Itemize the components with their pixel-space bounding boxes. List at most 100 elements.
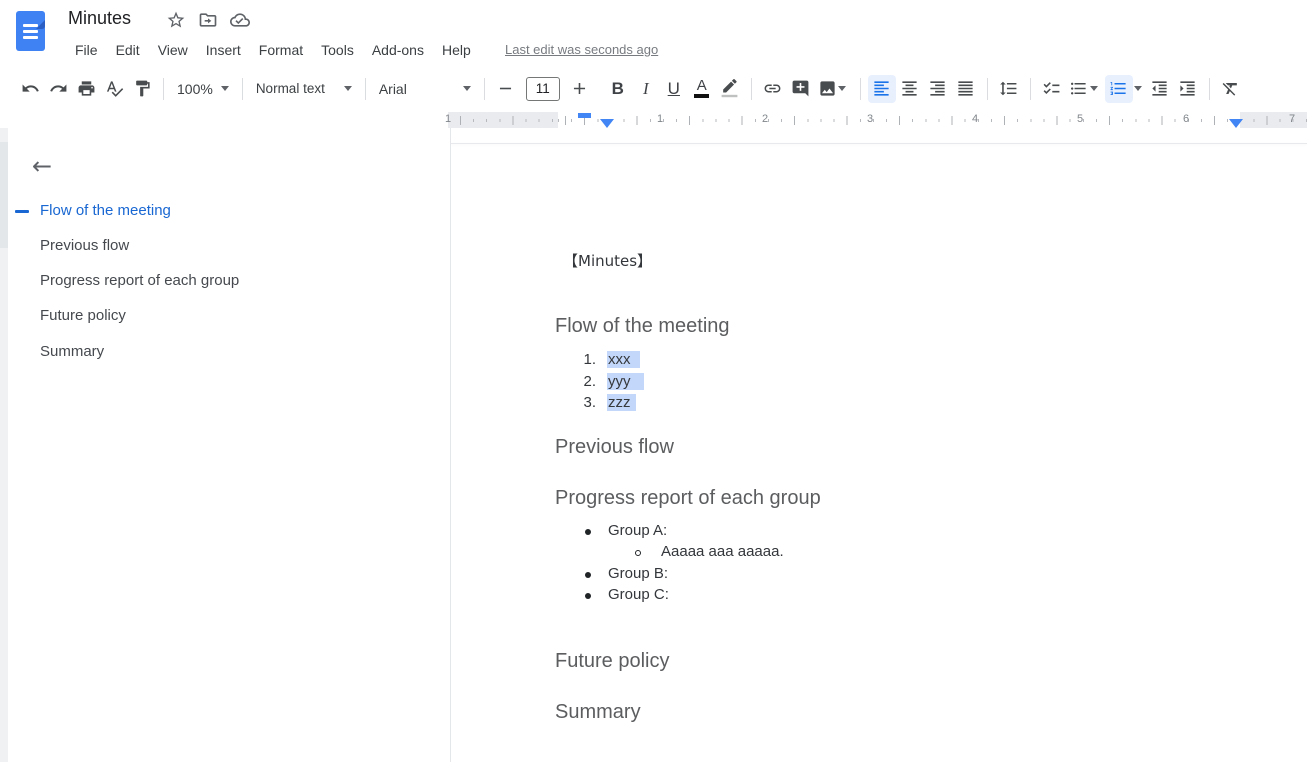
print-button[interactable] xyxy=(72,75,100,103)
menu-format[interactable]: Format xyxy=(250,39,312,61)
star-icon[interactable] xyxy=(166,10,186,30)
bullet-list-item[interactable]: Group C: xyxy=(608,586,669,603)
bullet-icon xyxy=(585,529,591,535)
chevron-down-icon[interactable] xyxy=(1134,86,1142,91)
bold-button[interactable]: B xyxy=(604,75,632,103)
bulleted-list-button[interactable] xyxy=(1066,75,1105,103)
outline-item-summary[interactable]: Summary xyxy=(40,343,104,360)
zoom-value: 100% xyxy=(173,81,217,97)
align-center-button[interactable] xyxy=(896,75,924,103)
ruler-number: 1 xyxy=(441,113,455,125)
decrease-indent-button[interactable] xyxy=(1146,75,1174,103)
hollow-bullet-icon xyxy=(635,550,641,556)
bullet-text: Group B: xyxy=(608,565,668,582)
menu-view[interactable]: View xyxy=(149,39,197,61)
insert-image-button[interactable] xyxy=(815,75,853,103)
bullet-icon xyxy=(585,572,591,578)
docs-logo-line xyxy=(23,30,38,33)
right-indent-marker[interactable] xyxy=(1229,119,1243,128)
ruler-number: 5 xyxy=(1073,113,1087,125)
docs-logo-line xyxy=(23,36,38,39)
decrease-font-size-button[interactable] xyxy=(492,75,520,103)
chevron-down-icon xyxy=(1090,86,1098,91)
insert-link-button[interactable] xyxy=(759,75,787,103)
cloud-saved-icon[interactable] xyxy=(230,10,250,30)
doc-heading-future[interactable]: Future policy xyxy=(555,650,670,673)
menu-addons[interactable]: Add-ons xyxy=(363,39,433,61)
close-outline-button[interactable]: ← xyxy=(32,154,52,178)
chevron-down-icon xyxy=(344,86,352,91)
left-indent-marker[interactable] xyxy=(600,119,614,128)
first-line-indent-marker[interactable] xyxy=(578,113,591,118)
bullet-icon xyxy=(585,593,591,599)
toolbar-divider xyxy=(860,78,861,100)
zoom-select[interactable]: 100% xyxy=(171,79,235,99)
list-text-selected: yyy xyxy=(607,373,644,390)
outline-active-indicator xyxy=(15,210,29,213)
clear-formatting-button[interactable] xyxy=(1217,75,1245,103)
font-family-select[interactable]: Arial xyxy=(373,79,477,99)
text-color-button[interactable]: A xyxy=(688,75,716,103)
sub-bullet-text: Aaaaa aaa aaaaa. xyxy=(661,543,784,560)
menu-help[interactable]: Help xyxy=(433,39,480,61)
paragraph-style-select[interactable]: Normal text xyxy=(250,79,358,98)
spell-check-button[interactable] xyxy=(100,75,128,103)
bullet-list-item[interactable]: Group A: xyxy=(608,522,667,539)
increase-indent-button[interactable] xyxy=(1174,75,1202,103)
outline-item-flow[interactable]: Flow of the meeting xyxy=(40,202,171,219)
document-page[interactable]: 【Minutes】 Flow of the meeting 1. xxx 2. … xyxy=(451,128,1307,762)
menu-insert[interactable]: Insert xyxy=(197,39,250,61)
outline-item-label: Summary xyxy=(40,343,104,360)
doc-heading-previous[interactable]: Previous flow xyxy=(555,436,674,459)
underline-button[interactable]: U xyxy=(660,75,688,103)
align-right-button[interactable] xyxy=(924,75,952,103)
align-left-button[interactable] xyxy=(868,75,896,103)
doc-heading-progress[interactable]: Progress report of each group xyxy=(555,487,821,510)
google-docs-app: Minutes File Edit View Insert Format Too… xyxy=(0,0,1307,762)
sub-bullet-list-item[interactable]: Aaaaa aaa aaaaa. xyxy=(661,543,784,560)
outline-item-label: Future policy xyxy=(40,307,126,324)
horizontal-ruler: 1 1 2 3 4 5 6 7 xyxy=(0,112,1307,128)
toolbar-divider xyxy=(751,78,752,100)
numbered-list-item[interactable]: 3. zzz xyxy=(451,392,851,414)
italic-button[interactable]: I xyxy=(632,75,660,103)
highlight-color-button[interactable] xyxy=(716,75,744,103)
numbered-list-item[interactable]: 1. xxx xyxy=(451,349,851,371)
increase-font-size-button[interactable] xyxy=(566,75,594,103)
menu-edit[interactable]: Edit xyxy=(107,39,149,61)
document-title[interactable]: Minutes xyxy=(68,8,131,29)
redo-button[interactable] xyxy=(44,75,72,103)
last-edit-link[interactable]: Last edit was seconds ago xyxy=(505,42,658,57)
bullet-text: Group A: xyxy=(608,522,667,539)
move-folder-icon[interactable] xyxy=(198,10,218,30)
underline-glyph: U xyxy=(668,79,680,99)
doc-heading-flow[interactable]: Flow of the meeting xyxy=(555,315,730,338)
toolbar: 100% Normal text Arial 11 B I U xyxy=(0,65,1307,112)
line-spacing-button[interactable] xyxy=(995,75,1023,103)
outline-item-progress[interactable]: Progress report of each group xyxy=(40,272,239,289)
doc-heading-summary[interactable]: Summary xyxy=(555,701,641,724)
justify-button[interactable] xyxy=(952,75,980,103)
numbered-list-button[interactable] xyxy=(1105,75,1133,103)
font-size-input[interactable]: 11 xyxy=(526,77,560,101)
checklist-button[interactable] xyxy=(1038,75,1066,103)
menu-tools[interactable]: Tools xyxy=(312,39,363,61)
doc-tag-line[interactable]: 【Minutes】 xyxy=(563,250,652,271)
menu-file[interactable]: File xyxy=(66,39,107,61)
paint-format-button[interactable] xyxy=(128,75,156,103)
docs-logo-icon[interactable] xyxy=(16,11,45,51)
undo-button[interactable] xyxy=(16,75,44,103)
text-color-swatch xyxy=(694,94,709,98)
toolbar-divider xyxy=(1030,78,1031,100)
header-bar: Minutes File Edit View Insert Format Too… xyxy=(0,0,1307,65)
outline-item-previous[interactable]: Previous flow xyxy=(40,237,129,254)
toolbar-divider xyxy=(1209,78,1210,100)
outline-item-future[interactable]: Future policy xyxy=(40,307,126,324)
bullet-list-item[interactable]: Group B: xyxy=(608,565,668,582)
numbered-list-item[interactable]: 2. yyy xyxy=(451,371,851,393)
vertical-ruler-margin xyxy=(0,142,8,248)
ruler-number: 2 xyxy=(758,113,772,125)
toolbar-divider xyxy=(987,78,988,100)
add-comment-button[interactable] xyxy=(787,75,815,103)
list-text-selected: xxx xyxy=(607,351,640,368)
